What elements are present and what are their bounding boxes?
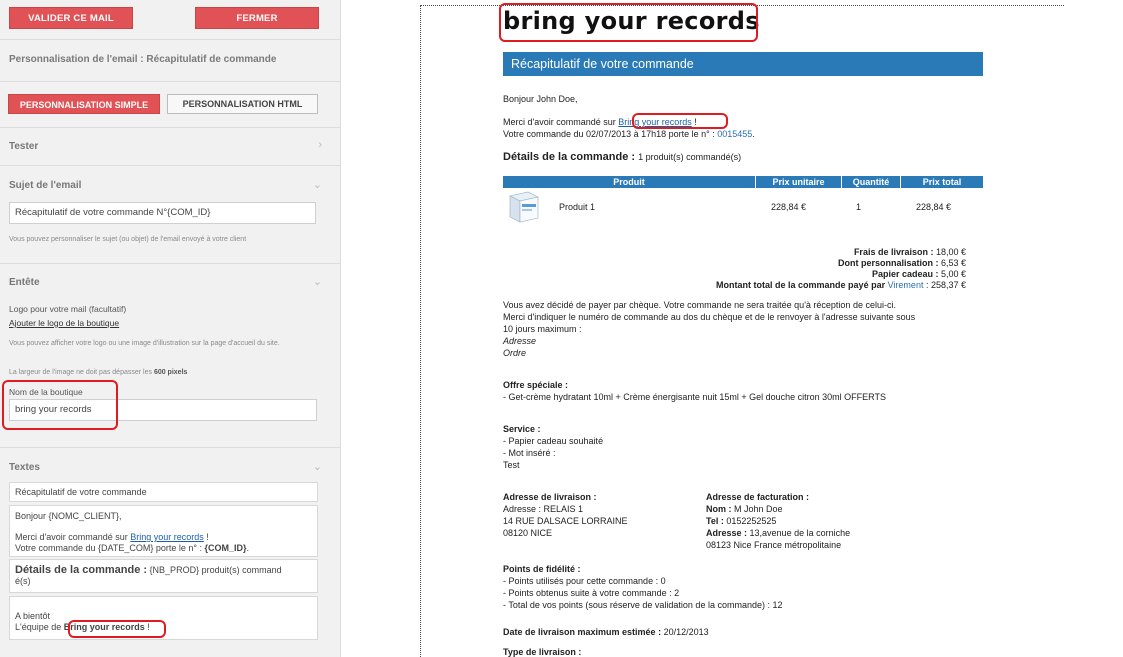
- delivery-line-3: 08120 NICE: [503, 528, 553, 538]
- billing-city: 08123 Nice France métropolitaine: [706, 540, 842, 550]
- billing-address: Adresse : 13,avenue de la corniche: [706, 528, 851, 538]
- subject-section: Sujet de l'email ⌄ Récapitulatif de votr…: [0, 166, 340, 264]
- validate-mail-button[interactable]: VALIDER CE MAIL: [9, 7, 133, 29]
- mode-switch: PERSONNALISATION SIMPLE PERSONNALISATION…: [0, 82, 340, 128]
- product-name-cell: Produit 1: [559, 202, 596, 212]
- delivery-title: Adresse de livraison :: [503, 492, 597, 502]
- product-box-icon: [509, 191, 539, 223]
- simple-mode-button[interactable]: PERSONNALISATION SIMPLE: [8, 94, 160, 114]
- email-subject-input[interactable]: Récapitulatif de votre commande N°{COM_I…: [9, 202, 316, 224]
- greeting-line: Bonjour {NOMC_CLIENT},: [15, 511, 122, 521]
- delivery-line-1: Adresse : RELAIS 1: [503, 504, 584, 514]
- chevron-down-icon[interactable]: ⌄: [313, 460, 322, 473]
- service-title: Service :: [503, 424, 541, 434]
- subject-label: Sujet de l'email: [9, 180, 82, 191]
- logo-width-help: La largeur de l'image ne doit pas dépass…: [9, 369, 188, 376]
- logo-label: Logo pour votre mail (facultatif): [9, 304, 127, 314]
- shipping-total: Frais de livraison : 18,00 €: [853, 247, 966, 257]
- details-line: Détails de la commande : {NB_PROD} produ…: [15, 564, 282, 576]
- payment-order: Ordre: [503, 348, 527, 358]
- col-product: Produit: [613, 177, 645, 187]
- highlight-box: [68, 620, 166, 638]
- tester-section-header[interactable]: Tester ›: [0, 128, 340, 166]
- service-line-1: - Papier cadeau souhaité: [503, 436, 604, 446]
- service-line-3: Test: [503, 460, 520, 470]
- col-quantity: Quantité: [841, 176, 900, 188]
- preview-banner: Récapitulatif de votre commande: [503, 52, 983, 76]
- max-delivery-date: Date de livraison maximum estimée : 20/1…: [503, 627, 709, 637]
- loyalty-title: Points de fidélité :: [503, 564, 581, 574]
- order-table-header: Produit Prix unitaire Quantité Prix tota…: [503, 176, 983, 188]
- details-line-2: é(s): [15, 576, 31, 586]
- total-price-cell: 228,84 €: [916, 202, 952, 212]
- customization-total: Dont personnalisation : 6,53 €: [837, 258, 966, 268]
- loyalty-line-1: - Points utilisés pour cette commande : …: [503, 576, 666, 586]
- text-block-title[interactable]: Récapitulatif de votre commande: [9, 482, 318, 502]
- preview-greeting: Bonjour John Doe,: [503, 94, 578, 104]
- billing-tel: Tel : 0152252525: [706, 516, 777, 526]
- thanks-line: Merci d'avoir commandé sur Bring your re…: [15, 532, 209, 542]
- top-actions: VALIDER CE MAIL FERMER: [0, 0, 340, 40]
- logo-help: Vous pouvez afficher votre logo ou une i…: [9, 340, 280, 347]
- chevron-down-icon[interactable]: ⌄: [313, 178, 322, 191]
- payment-address: Adresse: [503, 336, 537, 346]
- text-block-details[interactable]: Détails de la commande : {NB_PROD} produ…: [9, 559, 318, 593]
- tester-label: Tester: [9, 141, 39, 152]
- chevron-right-icon: ›: [318, 139, 322, 151]
- texts-label: Textes: [9, 462, 40, 473]
- header-section: Entête ⌄ Logo pour votre mail (facultati…: [0, 264, 340, 448]
- loyalty-line-3: - Total de vos points (sous réserve de v…: [503, 600, 783, 610]
- service-line-2: - Mot inséré :: [503, 448, 556, 458]
- delivery-line-2: 14 RUE DALSACE LORRAINE: [503, 516, 628, 526]
- offer-text: - Get-crème hydratant 10ml + Crème énerg…: [503, 392, 886, 402]
- preview-order-line: Votre commande du 02/07/2013 à 17h18 por…: [503, 129, 755, 139]
- preview-details: Détails de la commande : 1 produit(s) co…: [503, 151, 742, 163]
- gift-wrap-total: Papier cadeau : 5,00 €: [871, 269, 966, 279]
- col-unit-price: Prix unitaire: [755, 176, 841, 188]
- billing-title: Adresse de facturation :: [706, 492, 810, 502]
- highlight-box: [632, 113, 728, 129]
- billing-name: Nom : M John Doe: [706, 504, 783, 514]
- chevron-down-icon[interactable]: ⌄: [313, 275, 322, 288]
- offer-title: Offre spéciale :: [503, 380, 569, 390]
- col-total: Prix total: [900, 176, 983, 188]
- add-logo-link[interactable]: Ajouter le logo de la boutique: [9, 318, 119, 328]
- unit-price-cell: 228,84 €: [771, 202, 807, 212]
- delivery-type-title: Type de livraison :: [503, 647, 582, 657]
- order-line: Votre commande du {DATE_COM} porte le n°…: [15, 543, 250, 553]
- editor-panel: VALIDER CE MAIL FERMER Personnalisation …: [0, 0, 341, 657]
- payment-line-3: 10 jours maximum :: [503, 324, 582, 334]
- payment-line-2: Merci d'indiquer le numéro de commande a…: [503, 312, 916, 322]
- subject-help: Vous pouvez personnaliser le sujet (ou o…: [9, 236, 247, 243]
- panel-title: Personnalisation de l'email : Récapitula…: [0, 40, 340, 82]
- text-block-greeting[interactable]: Bonjour {NOMC_CLIENT}, Merci d'avoir com…: [9, 505, 318, 557]
- highlight-box: [2, 380, 118, 430]
- quantity-cell: 1: [856, 202, 862, 212]
- payment-line-1: Vous avez décidé de payer par chèque. Vo…: [503, 300, 896, 310]
- grand-total: Montant total de la commande payé par Vi…: [716, 280, 966, 290]
- header-label: Entête: [9, 277, 40, 288]
- loyalty-line-2: - Points obtenus suite à votre commande …: [503, 588, 680, 598]
- texts-section: Textes ⌄ Récapitulatif de votre commande…: [0, 448, 340, 657]
- highlight-box: [499, 3, 758, 42]
- html-mode-button[interactable]: PERSONNALISATION HTML: [167, 94, 318, 114]
- close-button[interactable]: FERMER: [195, 7, 319, 29]
